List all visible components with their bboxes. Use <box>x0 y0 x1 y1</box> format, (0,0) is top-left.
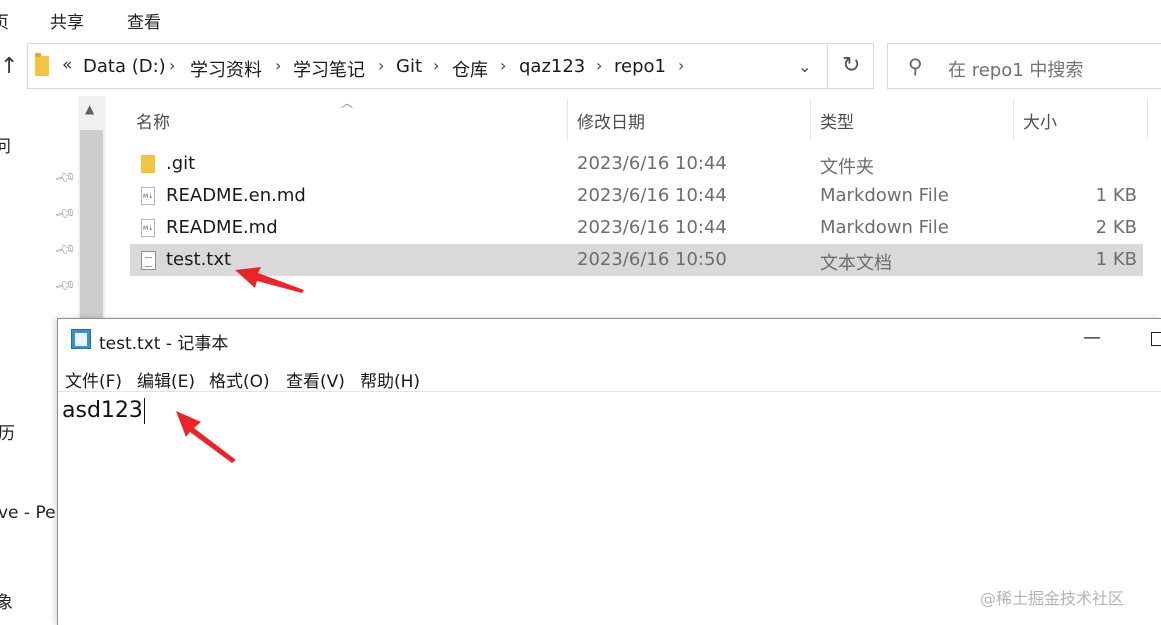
file-name: README.en.md <box>166 185 306 206</box>
column-headers: ︿ 名称 修改日期 类型 大小 <box>105 96 1161 140</box>
notepad-window[interactable]: test.txt - 记事本 — 文件(F) 编辑(E) 格式(O) 查看(V)… <box>57 318 1161 625</box>
scroll-up-icon[interactable]: ▲ <box>85 102 94 116</box>
refresh-icon: ↻ <box>842 53 861 78</box>
refresh-button[interactable]: ↻ <box>827 43 874 89</box>
chevron-down-icon[interactable]: ⌄ <box>798 57 811 76</box>
chevron-right-icon[interactable]: › <box>500 56 506 75</box>
breadcrumb-drive[interactable]: Data (D:) <box>83 56 166 77</box>
nav-scrollbar[interactable]: ▲ <box>78 96 105 336</box>
maximize-button[interactable] <box>1151 332 1161 346</box>
file-modified: 2023/6/16 10:50 <box>577 249 727 270</box>
file-name: .git <box>166 153 196 174</box>
chevron-right-icon[interactable]: › <box>433 56 439 75</box>
file-row-readme-en[interactable]: README.en.md 2023/6/16 10:44 Markdown Fi… <box>130 180 1143 212</box>
search-box[interactable]: ⚲ 在 repo1 中搜索 <box>887 43 1161 89</box>
notepad-title: test.txt - 记事本 <box>99 334 229 354</box>
breadcrumb-git[interactable]: Git <box>396 56 422 77</box>
file-modified: 2023/6/16 10:44 <box>577 185 727 206</box>
file-modified: 2023/6/16 10:44 <box>577 153 727 174</box>
breadcrumb-warehouse[interactable]: 仓库 <box>452 56 488 82</box>
notepad-icon <box>71 329 91 349</box>
text-cursor <box>144 398 145 424</box>
watermark: @稀土掘金技术社区 <box>980 589 1125 608</box>
tab-view[interactable]: 查看 <box>127 8 161 33</box>
column-divider[interactable] <box>810 98 811 140</box>
folder-icon <box>141 155 155 173</box>
chevron-right-icon[interactable]: › <box>275 56 281 75</box>
menu-edit[interactable]: 编辑(E) <box>137 367 195 392</box>
minimize-button[interactable]: — <box>1083 327 1101 348</box>
search-placeholder: 在 repo1 中搜索 <box>948 60 1084 81</box>
file-type: 文本文档 <box>820 253 892 274</box>
breadcrumb-repo1[interactable]: repo1 <box>614 56 666 77</box>
annotation-arrow <box>176 411 236 463</box>
nav-item[interactable]: 象 <box>0 588 13 613</box>
file-type: 文件夹 <box>820 157 874 178</box>
nav-item[interactable]: 历 <box>0 419 15 444</box>
pin-icon[interactable]: 📌︎ <box>53 274 77 297</box>
menu-file[interactable]: 文件(F) <box>65 367 122 392</box>
column-header-modified[interactable]: 修改日期 <box>577 108 645 133</box>
breadcrumb-overflow[interactable]: « <box>62 55 72 75</box>
file-row-git[interactable]: .git 2023/6/16 10:44 文件夹 <box>130 148 1143 180</box>
file-modified: 2023/6/16 10:44 <box>577 217 727 238</box>
tab-home[interactable]: 页 <box>0 8 9 33</box>
chevron-right-icon[interactable]: › <box>378 56 384 75</box>
file-name: README.md <box>166 217 278 238</box>
chevron-right-icon[interactable]: › <box>169 56 175 75</box>
breadcrumb-study-materials[interactable]: 学习资料 <box>190 56 262 82</box>
breadcrumb-study-notes[interactable]: 学习笔记 <box>293 56 365 82</box>
address-row: ↑ « Data (D:) › 学习资料 › 学习笔记 › Git › 仓库 ›… <box>0 38 1161 94</box>
nav-item[interactable]: 问 <box>0 132 11 157</box>
file-name: test.txt <box>166 249 232 270</box>
notepad-menu-bar: 文件(F) 编辑(E) 格式(O) 查看(V) 帮助(H) <box>58 363 1161 392</box>
markdown-file-icon <box>141 219 155 237</box>
notepad-content: asd123 <box>62 398 143 423</box>
breadcrumb-qaz123[interactable]: qaz123 <box>519 56 585 77</box>
sort-up-icon: ︿ <box>341 96 354 110</box>
tab-share[interactable]: 共享 <box>50 8 84 33</box>
scrollbar-thumb[interactable] <box>80 130 103 330</box>
file-type: Markdown File <box>820 185 949 206</box>
file-size: 1 KB <box>1095 185 1137 206</box>
ribbon-tabs: 页 共享 查看 <box>0 0 1161 38</box>
menu-format[interactable]: 格式(O) <box>209 367 270 392</box>
folder-icon <box>35 53 49 76</box>
text-file-icon <box>141 251 156 270</box>
search-icon: ⚲ <box>908 54 923 78</box>
address-bar[interactable]: « Data (D:) › 学习资料 › 学习笔记 › Git › 仓库 › q… <box>27 43 828 89</box>
pin-icon[interactable]: 📌︎ <box>53 166 77 189</box>
notepad-title-bar[interactable]: test.txt - 记事本 — <box>58 319 1161 361</box>
up-arrow-icon[interactable]: ↑ <box>0 54 18 79</box>
chevron-right-icon[interactable]: › <box>678 56 684 75</box>
annotation-arrow <box>235 267 304 293</box>
column-header-name[interactable]: 名称 <box>136 108 170 133</box>
nav-item[interactable]: ve - Per <box>0 503 63 523</box>
file-size: 1 KB <box>1095 249 1137 270</box>
column-header-type[interactable]: 类型 <box>820 108 854 133</box>
markdown-file-icon <box>141 187 155 205</box>
pin-icon[interactable]: 📌︎ <box>53 238 77 261</box>
column-header-size[interactable]: 大小 <box>1023 108 1057 133</box>
menu-view[interactable]: 查看(V) <box>286 367 345 392</box>
file-row-readme[interactable]: README.md 2023/6/16 10:44 Markdown File … <box>130 212 1143 244</box>
column-divider[interactable] <box>1013 98 1014 140</box>
pin-icon[interactable]: 📌︎ <box>53 202 77 225</box>
chevron-right-icon[interactable]: › <box>596 56 602 75</box>
column-divider[interactable] <box>1147 98 1148 140</box>
column-divider[interactable] <box>567 98 568 140</box>
menu-help[interactable]: 帮助(H) <box>360 367 420 392</box>
file-type: Markdown File <box>820 217 949 238</box>
file-size: 2 KB <box>1095 217 1137 238</box>
